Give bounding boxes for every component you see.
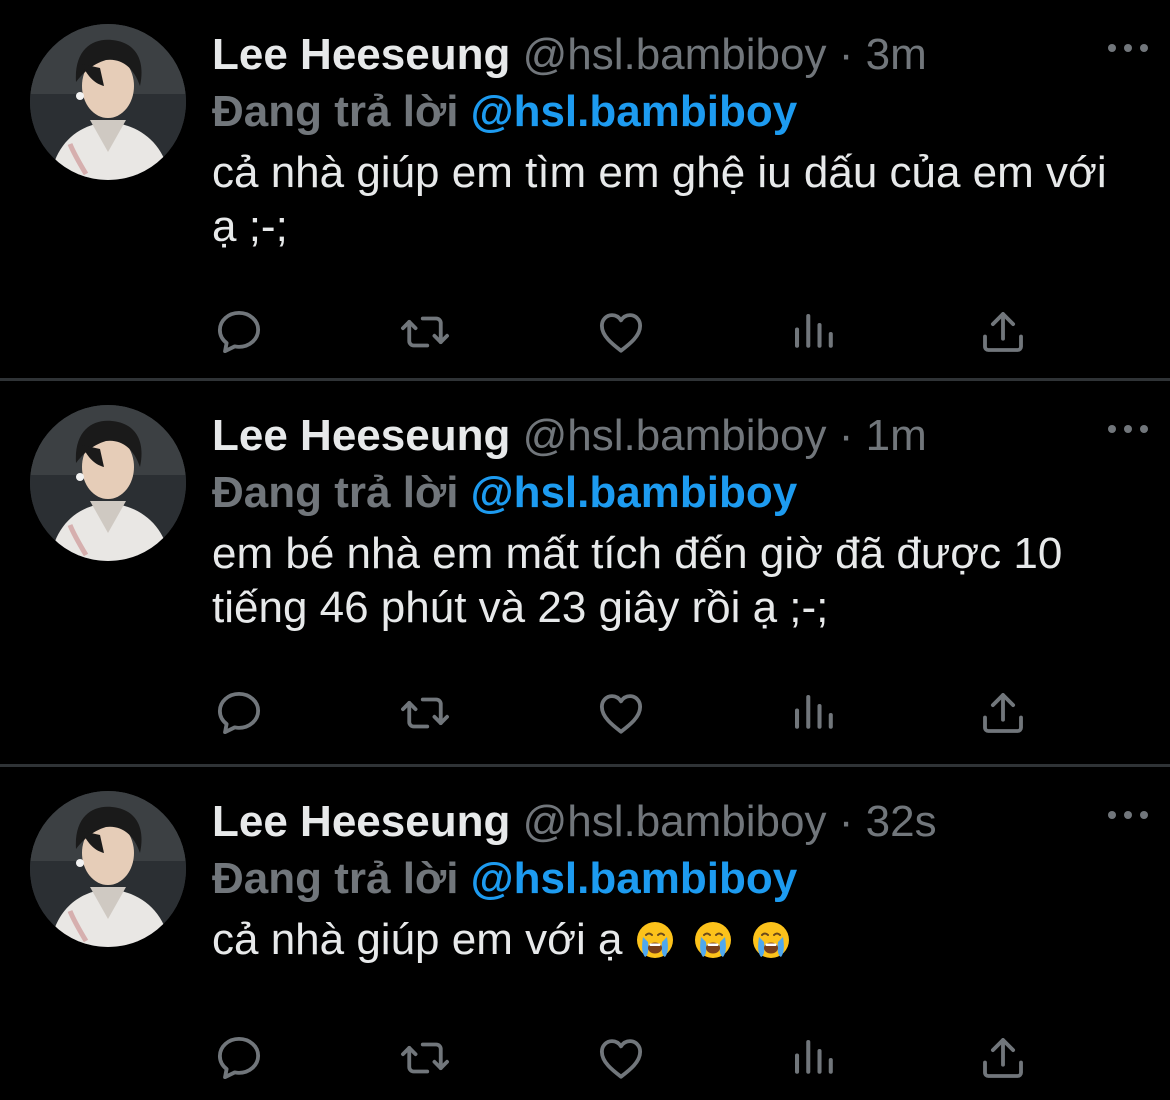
user-handle[interactable]: @hsl.bambiboy [523, 30, 827, 79]
views-icon[interactable] [786, 1031, 840, 1085]
reply-prefix: Đang trả lời [212, 87, 459, 136]
reply-context: Đang trả lời @hsl.bambiboy [212, 849, 1150, 909]
views-icon[interactable] [786, 305, 840, 359]
retweet-icon[interactable] [398, 686, 452, 740]
tweet-text-content: cả nhà giúp em với ạ [212, 915, 623, 964]
share-icon[interactable] [976, 305, 1030, 359]
reply-context: Đang trả lời @hsl.bambiboy [212, 463, 1150, 523]
avatar-image [30, 791, 186, 947]
share-icon[interactable] [976, 686, 1030, 740]
reply-icon[interactable] [212, 305, 266, 359]
timestamp[interactable]: 1m [866, 411, 927, 460]
separator-dot: · [838, 411, 854, 460]
separator-dot: · [838, 797, 854, 846]
user-handle[interactable]: @hsl.bambiboy [523, 797, 827, 846]
avatar[interactable] [30, 24, 186, 180]
tweet-header: Lee Heeseung @hsl.bambiboy · 32s [212, 795, 1150, 849]
avatar-image [30, 405, 186, 561]
reply-icon[interactable] [212, 686, 266, 740]
user-handle[interactable]: @hsl.bambiboy [523, 411, 827, 460]
like-icon[interactable] [594, 1031, 648, 1085]
like-icon[interactable] [594, 686, 648, 740]
views-icon[interactable] [786, 686, 840, 740]
reply-prefix: Đang trả lời [212, 854, 459, 903]
tweet-content: Lee Heeseung @hsl.bambiboy · 32s Đang tr… [212, 795, 1150, 967]
tweet[interactable]: Lee Heeseung @hsl.bambiboy · 1m Đang trả… [0, 381, 1170, 767]
share-icon[interactable] [976, 1031, 1030, 1085]
avatar[interactable] [30, 405, 186, 561]
loudly-crying-face-emoji [635, 920, 675, 960]
timeline: Lee Heeseung @hsl.bambiboy · 3m Đang trả… [0, 0, 1170, 1100]
reply-to-handle[interactable]: @hsl.bambiboy [471, 854, 798, 903]
tweet-content: Lee Heeseung @hsl.bambiboy · 1m Đang trả… [212, 409, 1150, 635]
separator-dot: · [838, 30, 854, 79]
reply-icon[interactable] [212, 1031, 266, 1085]
like-icon[interactable] [594, 305, 648, 359]
loudly-crying-face-emoji [693, 920, 733, 960]
tweet-text: cả nhà giúp em với ạ [212, 913, 1132, 967]
display-name[interactable]: Lee Heeseung [212, 411, 510, 460]
display-name[interactable]: Lee Heeseung [212, 797, 510, 846]
tweet[interactable]: Lee Heeseung @hsl.bambiboy · 3m Đang trả… [0, 0, 1170, 381]
timestamp[interactable]: 3m [866, 30, 927, 79]
timestamp[interactable]: 32s [866, 797, 937, 846]
display-name[interactable]: Lee Heeseung [212, 30, 510, 79]
tweet-text: cả nhà giúp em tìm em ghệ iu dấu của em … [212, 148, 1107, 251]
avatar-image [30, 24, 186, 180]
reply-prefix: Đang trả lời [212, 468, 459, 517]
tweet-header: Lee Heeseung @hsl.bambiboy · 1m [212, 409, 1150, 463]
more-options-icon[interactable] [1108, 42, 1148, 54]
tweet-actions [212, 305, 1042, 361]
reply-to-handle[interactable]: @hsl.bambiboy [471, 87, 798, 136]
loudly-crying-face-emoji [751, 920, 791, 960]
tweet-header: Lee Heeseung @hsl.bambiboy · 3m [212, 28, 1150, 82]
retweet-icon[interactable] [398, 1031, 452, 1085]
retweet-icon[interactable] [398, 305, 452, 359]
more-options-icon[interactable] [1108, 423, 1148, 435]
tweet-actions [212, 686, 1042, 742]
more-options-icon[interactable] [1108, 809, 1148, 821]
reply-context: Đang trả lời @hsl.bambiboy [212, 82, 1150, 142]
tweet[interactable]: Lee Heeseung @hsl.bambiboy · 32s Đang tr… [0, 767, 1170, 1100]
reply-to-handle[interactable]: @hsl.bambiboy [471, 468, 798, 517]
avatar[interactable] [30, 791, 186, 947]
tweet-text: em bé nhà em mất tích đến giờ đã được 10… [212, 529, 1063, 632]
tweet-content: Lee Heeseung @hsl.bambiboy · 3m Đang trả… [212, 28, 1150, 254]
tweet-actions [212, 1031, 1042, 1087]
